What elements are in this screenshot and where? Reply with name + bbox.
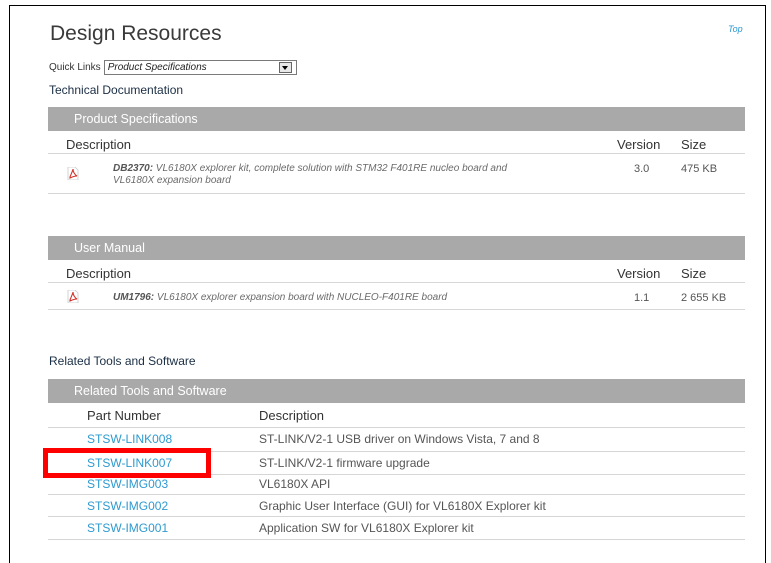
doc-description: VL6180X explorer expansion board with NU…: [154, 292, 448, 303]
part-number-link[interactable]: STSW-IMG001: [87, 521, 168, 535]
product-specifications-header-label: Product Specifications: [74, 112, 198, 126]
quick-links-label: Quick Links: [49, 62, 101, 73]
column-part-number: Part Number: [87, 408, 161, 423]
user-manual-row-text[interactable]: UM1796: VL6180X explorer expansion board…: [113, 292, 447, 304]
part-description: ST-LINK/V2-1 firmware upgrade: [259, 456, 430, 470]
dropdown-button[interactable]: [278, 62, 292, 73]
related-tools-header: Related Tools and Software: [48, 379, 745, 403]
column-size: Size: [681, 137, 707, 152]
part-description: Application SW for VL6180X Explorer kit: [259, 521, 474, 535]
chevron-down-icon: [282, 65, 289, 70]
part-description: Graphic User Interface (GUI) for VL6180X…: [259, 499, 546, 513]
part-description: VL6180X API: [259, 477, 331, 491]
column-description: Description: [259, 408, 325, 423]
divider: [48, 282, 745, 283]
pdf-icon[interactable]: [67, 290, 79, 303]
divider: [48, 153, 745, 154]
product-spec-row-text-line2: VL6180X expansion board: [113, 175, 231, 186]
doc-version: 3.0: [634, 163, 650, 175]
user-manual-header-label: User Manual: [74, 241, 145, 255]
doc-code[interactable]: UM1796:: [113, 292, 154, 303]
divider: [48, 539, 745, 540]
column-size: Size: [681, 266, 707, 281]
related-tools-heading: Related Tools and Software: [49, 354, 196, 368]
divider: [48, 427, 745, 428]
pdf-icon[interactable]: [67, 167, 79, 180]
divider: [48, 193, 745, 194]
product-specifications-header: Product Specifications: [48, 107, 745, 131]
quick-links-select[interactable]: Product Specifications: [103, 60, 297, 75]
column-description: Description: [66, 266, 132, 281]
divider: [48, 309, 745, 310]
part-number-link[interactable]: STSW-LINK008: [87, 432, 172, 446]
divider: [48, 494, 745, 495]
divider: [48, 516, 745, 517]
part-number-link[interactable]: STSW-IMG002: [87, 499, 168, 513]
column-version: Version: [617, 266, 661, 281]
doc-description: VL6180X explorer kit, complete solution …: [153, 163, 508, 174]
product-spec-row-text[interactable]: DB2370: VL6180X explorer kit, complete s…: [113, 163, 507, 175]
technical-documentation-heading: Technical Documentation: [49, 83, 184, 97]
quick-links-selected-value: Product Specifications: [107, 62, 207, 73]
column-description: Description: [66, 137, 132, 152]
doc-size: 475 KB: [681, 163, 718, 175]
related-tools-header-label: Related Tools and Software: [74, 384, 227, 398]
doc-code[interactable]: DB2370:: [113, 163, 153, 174]
user-manual-header: User Manual: [48, 236, 745, 260]
part-description: ST-LINK/V2-1 USB driver on Windows Vista…: [259, 432, 540, 446]
column-version: Version: [617, 137, 661, 152]
doc-size: 2 655 KB: [681, 292, 727, 304]
quick-links: Quick Links Product Specifications: [49, 60, 297, 75]
top-link[interactable]: Top: [728, 24, 743, 34]
doc-version: 1.1: [634, 292, 650, 304]
part-number-link[interactable]: STSW-IMG003: [87, 477, 168, 491]
highlight-box: [43, 448, 211, 478]
page-title: Design Resources: [50, 22, 222, 45]
